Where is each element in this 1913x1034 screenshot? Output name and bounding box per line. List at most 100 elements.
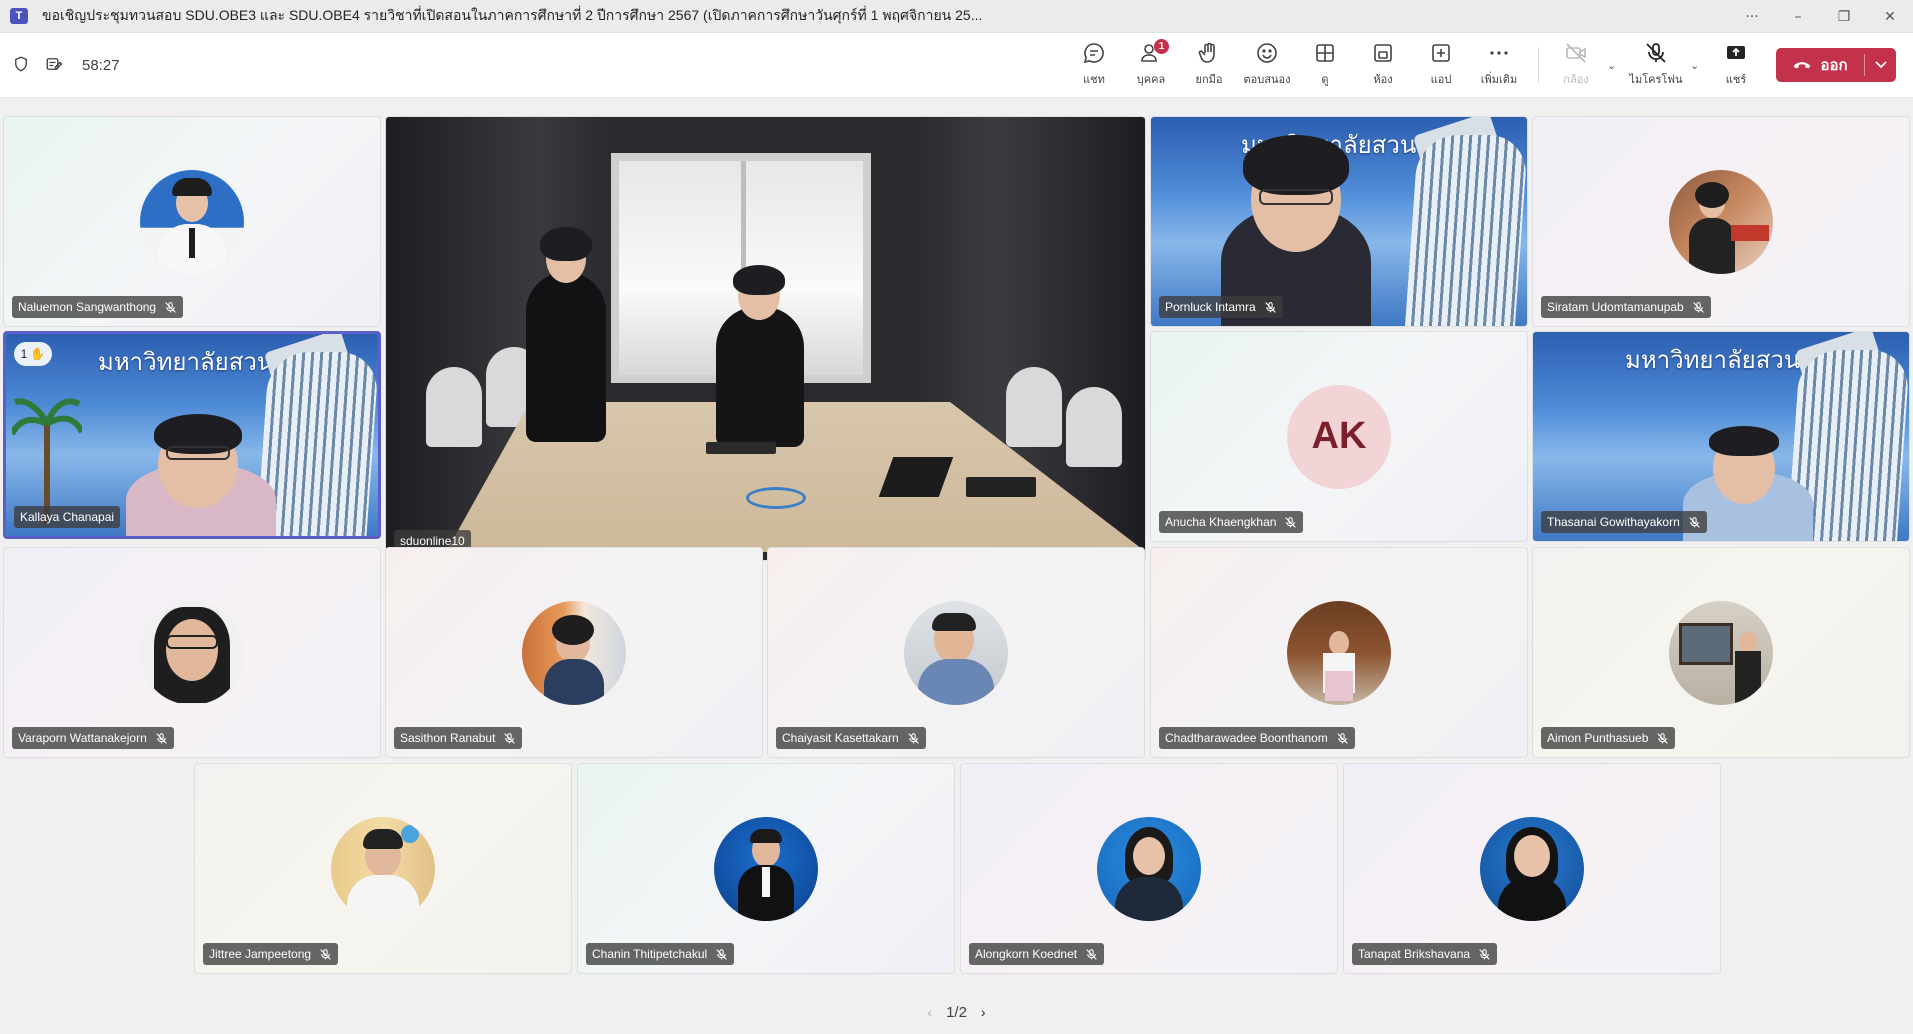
participant-tile[interactable]: Chadtharawadee Boonthanom	[1150, 547, 1528, 758]
raised-hand-icon: ✋	[30, 347, 46, 361]
mic-off-icon	[1656, 732, 1669, 745]
react-button[interactable]: ตอบสนอง	[1239, 41, 1295, 91]
participant-tile[interactable]: Alongkorn Koednet	[960, 763, 1338, 974]
previous-page-chevron-icon[interactable]: ‹	[927, 1004, 932, 1020]
participant-name: Naluemon Sangwanthong	[18, 300, 157, 314]
participant-tile[interactable]: Siratam Udomtamanupab	[1532, 116, 1910, 327]
chat-icon	[1083, 43, 1104, 64]
meeting-toolbar: 58:27 แชท 1 บุคคล ยกมือ ตอบสนอง ดู ห้อง …	[0, 33, 1913, 98]
breakout-rooms-icon	[1374, 44, 1392, 62]
participant-name: Chanin Thitipetchakul	[592, 947, 708, 961]
participant-video-tile[interactable]: มหาวิทยาลัยสวนดุสิต 1 ✋ Kallaya Chanapai	[3, 331, 381, 539]
apps-button[interactable]: แอป	[1413, 41, 1469, 91]
raised-hand-count: 1	[20, 347, 28, 361]
participant-video-tile[interactable]: sduonline10	[385, 116, 1146, 561]
more-button[interactable]: เพิ่มเติม	[1471, 41, 1527, 91]
people-button[interactable]: 1 บุคคล	[1123, 39, 1179, 91]
minimize-button[interactable]: –	[1775, 0, 1821, 33]
mic-options-chevron-icon[interactable]: ⌄	[1690, 59, 1699, 72]
participant-avatar	[1097, 816, 1201, 921]
restore-button[interactable]: ❐	[1821, 0, 1867, 33]
campus-background-video: มหาวิทยาลัยสวนดุสิต	[1533, 332, 1909, 541]
mic-off-icon	[1478, 948, 1491, 961]
participant-avatar	[522, 600, 626, 705]
grid-view-icon	[1316, 44, 1334, 62]
participant-video-tile[interactable]: มหาวิทยาลัยสวนดุสิต Pornluck Intamra	[1150, 116, 1528, 327]
participant-name: sduonline10	[400, 534, 465, 548]
view-button[interactable]: ดู	[1297, 41, 1353, 91]
next-page-chevron-icon[interactable]: ›	[981, 1004, 986, 1020]
participant-name-tag: Alongkorn Koednet	[969, 943, 1105, 965]
participant-avatar	[331, 816, 435, 921]
participant-name: Anucha Khaengkhan	[1165, 515, 1277, 529]
chat-button[interactable]: แชท	[1066, 41, 1122, 91]
mic-off-icon	[715, 948, 728, 961]
participant-avatar	[714, 816, 818, 921]
participant-name: Chaiyasit Kasettakarn	[782, 731, 899, 745]
participant-avatar	[1480, 816, 1584, 921]
mic-off-icon	[155, 732, 168, 745]
participant-name: Kallaya Chanapai	[20, 510, 115, 524]
leave-main-button[interactable]: ออก	[1776, 48, 1864, 82]
leave-label: ออก	[1820, 57, 1848, 74]
close-button[interactable]: ✕	[1867, 0, 1913, 33]
participant-name: Aimon Punthasueb	[1547, 731, 1649, 745]
gallery-pager: ‹ 1/2 ›	[0, 1000, 1913, 1024]
participant-tile[interactable]: Tanapat Brikshavana	[1343, 763, 1721, 974]
participant-name: Sasithon Ranabut	[400, 731, 496, 745]
participant-video-tile[interactable]: มหาวิทยาลัยสวนดุสิต Thasanai Gowithayako…	[1532, 331, 1910, 542]
participant-tile[interactable]: Chanin Thitipetchakul	[577, 763, 955, 974]
mic-button[interactable]: ไมโครโฟน	[1628, 41, 1684, 91]
more-label: เพิ่มเติม	[1480, 74, 1518, 86]
meeting-room-video	[386, 117, 1145, 560]
raised-hand-indicator: 1 ✋	[14, 342, 52, 366]
toolbar-divider	[1538, 47, 1539, 83]
notes-icon[interactable]	[44, 55, 64, 77]
participant-tile[interactable]: Chaiyasit Kasettakarn	[767, 547, 1145, 758]
mic-off-icon	[503, 732, 516, 745]
add-app-icon	[1432, 44, 1450, 62]
participant-name: Varaporn Wattanakejorn	[18, 731, 147, 745]
more-dots-icon	[1490, 51, 1508, 55]
participant-name-tag: Varaporn Wattanakejorn	[12, 727, 174, 749]
participant-tile[interactable]: Jittree Jampeetong	[194, 763, 572, 974]
participant-name-tag: Anucha Khaengkhan	[1159, 511, 1304, 533]
participant-name-tag: Aimon Punthasueb	[1541, 727, 1676, 749]
raise-hand-button[interactable]: ยกมือ	[1181, 41, 1237, 91]
participant-name-tag: Chadtharawadee Boonthanom	[1159, 727, 1355, 749]
participant-name-tag: Chaiyasit Kasettakarn	[776, 727, 926, 749]
more-options-icon[interactable]: ···	[1729, 0, 1775, 33]
participant-name-tag: Chanin Thitipetchakul	[586, 943, 735, 965]
leave-button[interactable]: ออก	[1776, 48, 1896, 82]
participant-name-tag: Naluemon Sangwanthong	[12, 296, 184, 318]
teams-logo-icon: T	[10, 8, 28, 24]
participant-avatar	[904, 600, 1008, 705]
participant-tile[interactable]: AK Anucha Khaengkhan	[1150, 331, 1528, 542]
participant-tile[interactable]: Varaporn Wattanakejorn	[3, 547, 381, 758]
window-title: ขอเชิญประชุมทวนสอบ SDU.OBE3 และ SDU.OBE4…	[42, 7, 983, 23]
participant-tile[interactable]: Sasithon Ranabut	[385, 547, 763, 758]
mic-off-icon	[1688, 516, 1701, 529]
meeting-stage: Naluemon Sangwanthong sduonline10 มหาวิท…	[0, 98, 1913, 1034]
participant-name: Siratam Udomtamanupab	[1547, 300, 1684, 314]
camera-options-chevron-icon[interactable]: ⌄	[1607, 59, 1616, 72]
mic-off-icon	[1264, 301, 1277, 314]
mic-off-icon	[1646, 43, 1666, 63]
chat-label: แชท	[1083, 74, 1105, 86]
meeting-timer: 58:27	[82, 57, 120, 74]
participant-name: Chadtharawadee Boonthanom	[1165, 731, 1328, 745]
camera-button[interactable]: กล้อง	[1548, 41, 1604, 91]
participant-tile[interactable]: Naluemon Sangwanthong	[3, 116, 381, 327]
share-button[interactable]: แชร์	[1708, 41, 1764, 91]
shield-icon[interactable]	[12, 55, 30, 77]
leave-options-chevron-icon[interactable]	[1865, 61, 1896, 69]
participant-avatar	[140, 600, 244, 705]
rooms-button[interactable]: ห้อง	[1355, 41, 1411, 91]
raise-hand-label: ยกมือ	[1195, 74, 1223, 86]
participant-name: Alongkorn Koednet	[975, 947, 1078, 961]
participant-tile[interactable]: Aimon Punthasueb	[1532, 547, 1910, 758]
participant-name-tag: Kallaya Chanapai	[14, 506, 121, 528]
people-badge: 1	[1154, 39, 1169, 54]
mic-off-icon	[1336, 732, 1349, 745]
view-label: ดู	[1321, 74, 1329, 86]
